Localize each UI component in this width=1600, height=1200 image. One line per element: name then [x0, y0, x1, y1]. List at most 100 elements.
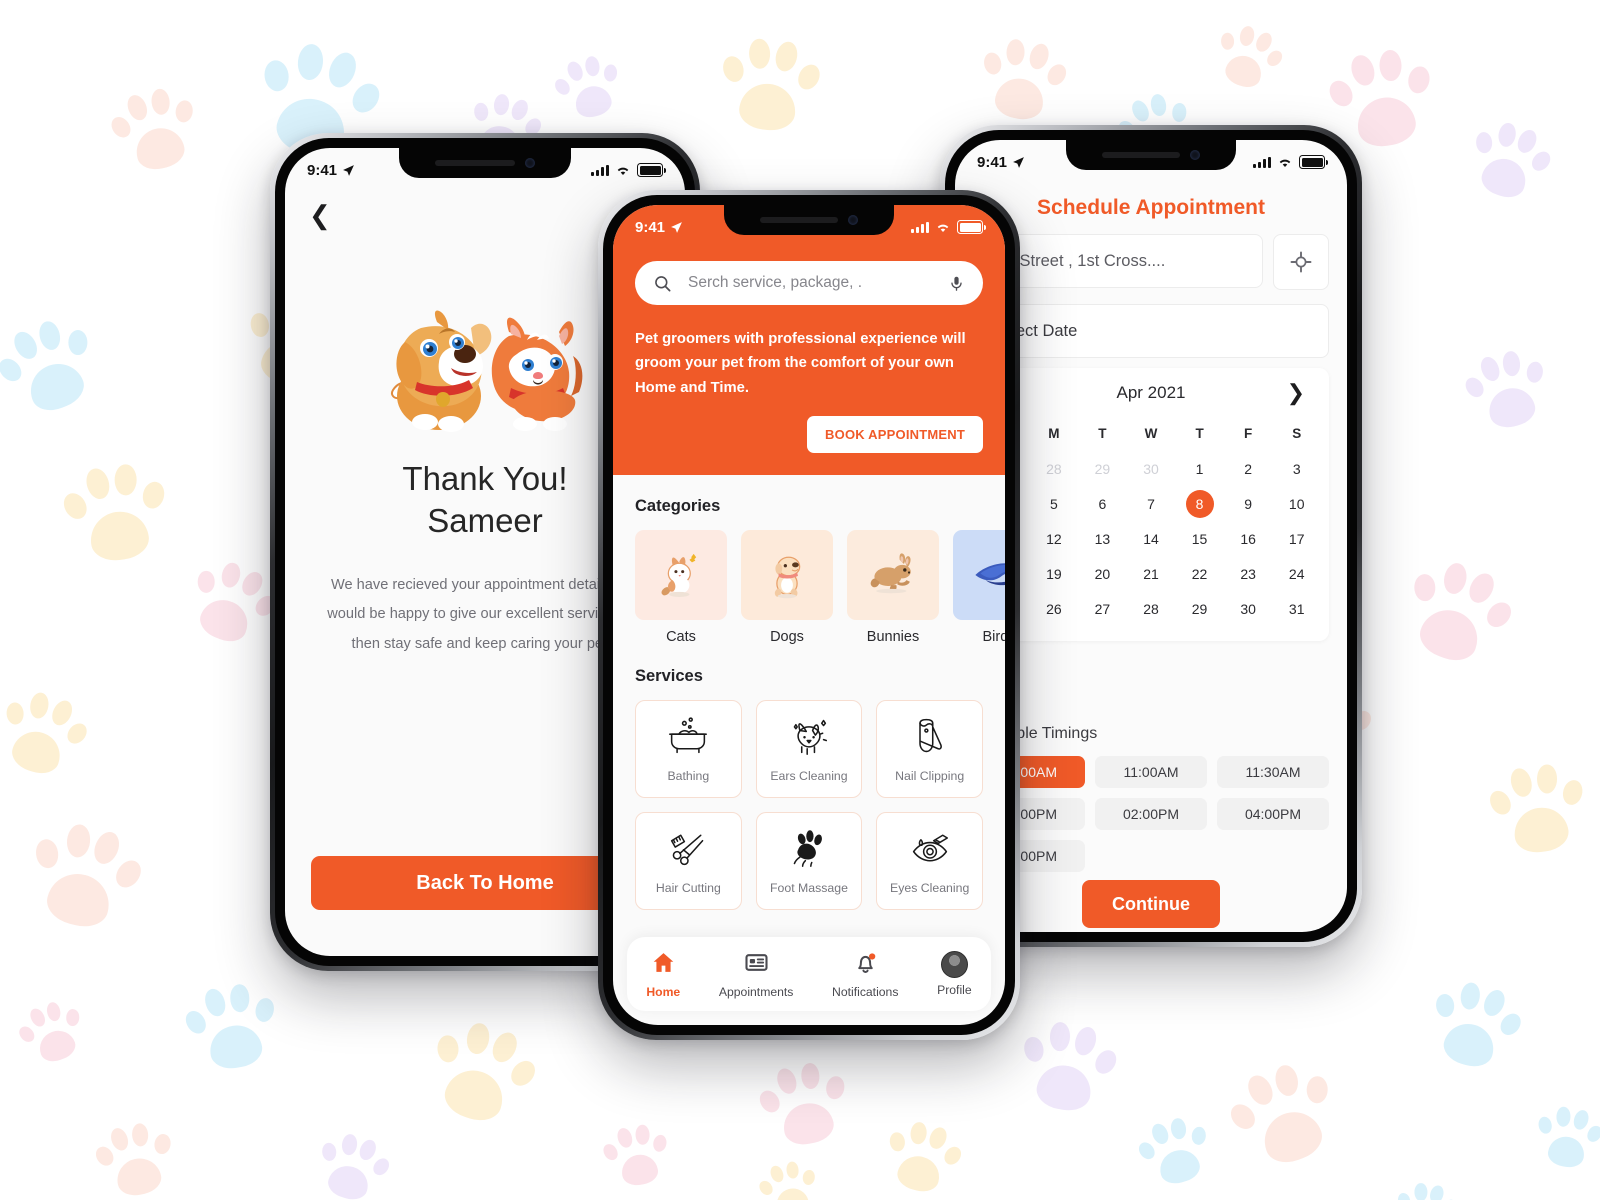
calendar-day[interactable]: 22: [1175, 558, 1224, 590]
cellular-signal-icon: [1253, 156, 1271, 168]
select-date-field[interactable]: Select Date: [973, 304, 1329, 358]
calendar-day[interactable]: 14: [1127, 523, 1176, 555]
location-arrow-icon: [343, 164, 354, 176]
phone-bezel: 9:41 Serch service, package, . Pet groom…: [603, 195, 1015, 1035]
bathtub-icon: [666, 716, 710, 761]
calendar-day[interactable]: 30: [1127, 453, 1176, 485]
calendar-day[interactable]: 29: [1175, 593, 1224, 625]
wifi-icon: [617, 167, 629, 175]
back-button[interactable]: ❮: [309, 202, 331, 228]
paw-print-icon: [599, 1117, 675, 1193]
service-card-ears-cleaning[interactable]: Ears Cleaning: [755, 700, 863, 799]
calendar-day-selected[interactable]: 8: [1175, 488, 1224, 520]
paw-print-icon: [416, 1006, 547, 1137]
service-card-foot-massage[interactable]: Foot Massage: [755, 812, 863, 911]
cellular-signal-icon: [911, 221, 929, 233]
calendar-next-button[interactable]: ❯: [1287, 382, 1305, 404]
calendar-day[interactable]: 27: [1078, 593, 1127, 625]
phone-home-screen: 9:41 Serch service, package, . Pet groom…: [598, 190, 1020, 1040]
paw-print-icon: [0, 679, 97, 787]
calendar-day[interactable]: 3: [1272, 453, 1321, 485]
earpiece-speaker: [759, 217, 839, 223]
front-camera: [848, 215, 859, 225]
calendar-day[interactable]: 13: [1078, 523, 1127, 555]
category-card-birds[interactable]: Birds: [953, 530, 1005, 645]
promo-text: Pet groomers with professional experienc…: [635, 331, 966, 396]
search-input[interactable]: [686, 273, 934, 293]
nav-item-home[interactable]: Home: [646, 950, 680, 999]
category-card-bunnies[interactable]: Bunnies: [847, 530, 939, 645]
service-card-bathing[interactable]: Bathing: [635, 700, 742, 799]
category-card-cats[interactable]: Cats: [635, 530, 727, 645]
calendar-day[interactable]: 7: [1127, 488, 1176, 520]
timing-slot[interactable]: 02:00PM: [1095, 798, 1207, 830]
service-label: Hair Cutting: [655, 880, 721, 895]
calendar-day[interactable]: 26: [1030, 593, 1079, 625]
service-card-nail-clipping[interactable]: Nail Clipping: [876, 700, 983, 799]
service-label: Foot Massage: [770, 880, 848, 895]
calendar-day[interactable]: 31: [1272, 593, 1321, 625]
calendar-day[interactable]: 2: [1224, 453, 1273, 485]
notch: [1066, 140, 1236, 170]
calendar-day[interactable]: 29: [1078, 453, 1127, 485]
calendar-day[interactable]: 30: [1224, 593, 1273, 625]
locate-me-button[interactable]: [1273, 234, 1329, 290]
paw-print-icon: [0, 304, 110, 429]
calendar-day[interactable]: 28: [1030, 453, 1079, 485]
category-label: Dogs: [770, 629, 804, 646]
timing-slot[interactable]: 11:30AM: [1217, 756, 1329, 788]
location-arrow-icon: [671, 221, 682, 233]
paw-print-icon: [103, 77, 207, 181]
app-showcase-canvas: 9:41 ❮ Thank You! Sameer We have recieve…: [0, 0, 1600, 1200]
book-appointment-button[interactable]: BOOK APPOINTMENT: [807, 416, 983, 454]
paw-print-icon: [548, 46, 630, 128]
service-card-hair-cutting[interactable]: Hair Cutting: [635, 812, 742, 911]
calendar-day[interactable]: 5: [1030, 488, 1079, 520]
calendar-day[interactable]: 1: [1175, 453, 1224, 485]
continue-button[interactable]: Continue: [1082, 880, 1220, 928]
nav-item-profile[interactable]: Profile: [937, 951, 972, 997]
service-label: Eyes Cleaning: [890, 880, 970, 895]
calendar-day[interactable]: 24: [1272, 558, 1321, 590]
calendar-day[interactable]: 23: [1224, 558, 1273, 590]
category-card-dogs[interactable]: Dogs: [741, 530, 833, 645]
avatar: [940, 951, 968, 978]
earpiece-speaker: [1101, 152, 1181, 158]
calendar-weekday-row: SMTWTFS: [981, 420, 1321, 453]
nav-label: Appointments: [718, 984, 794, 999]
calendar-day[interactable]: 28: [1127, 593, 1176, 625]
nav-item-appointments[interactable]: Appointments: [718, 950, 794, 999]
calendar-day[interactable]: 15: [1175, 523, 1224, 555]
calendar-day[interactable]: 12: [1030, 523, 1079, 555]
service-card-eyes-cleaning[interactable]: Eyes Cleaning: [876, 812, 983, 911]
microphone-icon[interactable]: [948, 274, 965, 293]
calendar-day[interactable]: 10: [1272, 488, 1321, 520]
calendar-day[interactable]: 9: [1224, 488, 1273, 520]
cellular-signal-icon: [591, 164, 609, 176]
paw-print-icon: [1457, 339, 1556, 438]
search-bar[interactable]: [635, 261, 983, 305]
calendar-day[interactable]: 16: [1224, 523, 1273, 555]
category-label: Birds: [982, 629, 1005, 646]
bottom-navigation: Home Appointments Notifications Profile: [627, 937, 991, 1011]
calendar-day[interactable]: 17: [1272, 523, 1321, 555]
bird-icon: [953, 530, 1005, 621]
paw-print-icon: [18, 808, 151, 941]
paw-print-icon: [1391, 545, 1524, 678]
timing-slot[interactable]: 11:00AM: [1095, 756, 1207, 788]
timing-slot[interactable]: 04:00PM: [1217, 798, 1329, 830]
front-camera: [1190, 150, 1201, 160]
battery-icon: [637, 163, 666, 177]
paw-print-icon: [179, 973, 286, 1080]
calendar-day[interactable]: 21: [1127, 558, 1176, 590]
category-label: Cats: [666, 629, 696, 646]
status-time: 9:41: [307, 161, 338, 179]
calendar-day[interactable]: 20: [1078, 558, 1127, 590]
nail-clipper-icon: [908, 716, 952, 761]
nav-item-notifications[interactable]: Notifications: [832, 950, 898, 999]
home-screen: 9:41 Serch service, package, . Pet groom…: [613, 205, 1005, 1025]
paw-massage-icon: [787, 828, 831, 873]
calendar-day[interactable]: 6: [1078, 488, 1127, 520]
calendar: ❮ Apr 2021 ❯ SMTWTFS 2728293012345678910…: [973, 368, 1329, 641]
calendar-day[interactable]: 19: [1030, 558, 1079, 590]
